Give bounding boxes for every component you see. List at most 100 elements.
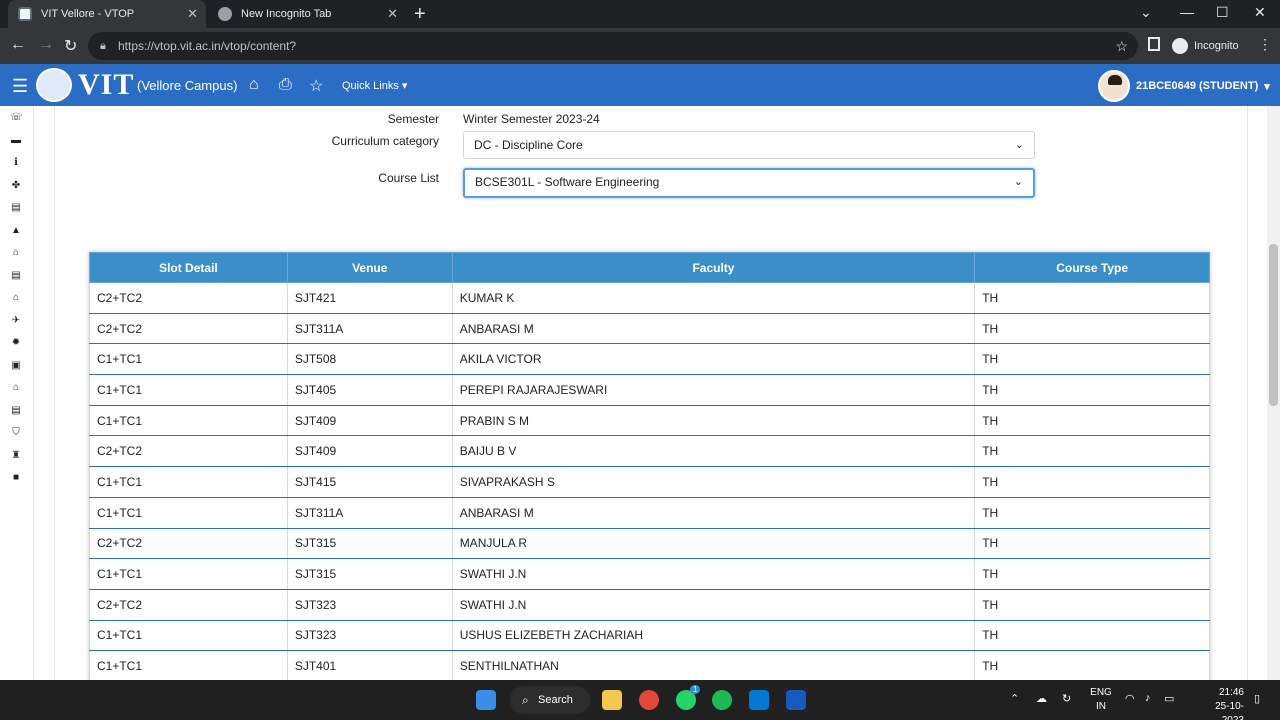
course-type-cell: TH <box>974 312 1210 345</box>
reload-icon[interactable]: ↻ <box>64 36 77 56</box>
gear-icon[interactable]: ✹ <box>10 337 22 349</box>
lang-code: ENG <box>1090 687 1112 698</box>
slot-cell: C2+TC2 <box>89 588 288 621</box>
faculty-cell: PEREPI RAJARAJESWARI <box>451 374 976 406</box>
course-type-cell: TH <box>974 404 1210 437</box>
new-tab-plus-icon[interactable]: + <box>414 3 426 26</box>
slot-cell: C2+TC2 <box>89 527 288 560</box>
course-list-label: Course List <box>378 171 439 185</box>
slot-cell: C1+TC1 <box>89 558 288 590</box>
notification-icon[interactable]: ▯ <box>1254 692 1260 705</box>
sync-icon[interactable]: ↻ <box>1062 692 1071 705</box>
institution-icon[interactable]: ⌂ <box>10 247 22 259</box>
close-icon[interactable]: ✕ <box>387 6 398 22</box>
file-explorer-icon[interactable] <box>602 690 622 710</box>
browser-tab-strip: VIT Vellore - VTOP ✕ New Incognito Tab ✕… <box>0 0 1280 28</box>
battery-icon[interactable]: ▭ <box>1164 692 1174 705</box>
page-scrollbar[interactable] <box>1267 106 1280 680</box>
tab-search-chevron-icon[interactable]: ⌄ <box>1140 4 1152 21</box>
vscode-icon[interactable] <box>749 690 769 710</box>
plane-icon[interactable]: ✈ <box>10 315 22 327</box>
lock-icon: 🔒︎ <box>100 40 106 52</box>
wifi-icon[interactable]: ◠ <box>1125 692 1135 705</box>
book-icon[interactable]: ▤ <box>10 202 22 214</box>
curriculum-category-select[interactable]: DC - Discipline Core ⌄ <box>463 131 1035 159</box>
side-panel-icon[interactable] <box>1148 37 1160 51</box>
favorite-star-icon[interactable]: ☆ <box>309 76 323 96</box>
lang-region: IN <box>1096 701 1106 712</box>
home-alt-icon[interactable]: ⌂ <box>10 382 22 394</box>
quick-links-dropdown[interactable]: Quick Links ▾ <box>342 79 407 92</box>
paw-icon[interactable]: ✤ <box>10 180 22 192</box>
clock[interactable]: 21:46 25-10-2023 <box>1196 686 1244 720</box>
shield-icon[interactable]: ⛉ <box>10 427 22 439</box>
avatar <box>1098 70 1130 102</box>
menu-kebab-icon[interactable]: ⋮ <box>1258 36 1272 53</box>
table-row: C1+TC1 SJT508 AKILA VICTOR TH <box>89 343 1210 376</box>
book-alt-icon[interactable]: ▤ <box>10 270 22 282</box>
briefcase-icon[interactable]: ▬ <box>10 135 22 147</box>
brand-title: VIT <box>78 68 135 101</box>
tray-chevron-icon[interactable]: ⌃ <box>1010 692 1019 705</box>
address-bar[interactable]: 🔒︎ https://vtop.vit.ac.in/vtop/content? … <box>88 32 1138 60</box>
hamburger-menu-icon[interactable]: ☰ <box>12 76 28 97</box>
clock-time: 21:46 <box>1218 687 1244 698</box>
lock-icon[interactable]: ■ <box>10 472 22 484</box>
table-row: C1+TC1 SJT315 SWATHI J.N TH <box>89 558 1210 590</box>
faculty-cell: ANBARASI M <box>451 312 976 345</box>
print-icon[interactable]: ⎙ <box>279 76 292 94</box>
graduation-cap-icon[interactable]: ▲ <box>10 225 22 237</box>
word-icon[interactable] <box>786 690 806 710</box>
info-icon[interactable]: ℹ <box>10 157 22 169</box>
slot-cell: C2+TC2 <box>89 435 288 468</box>
chrome-icon[interactable] <box>639 690 659 710</box>
back-arrow-icon[interactable]: ← <box>10 36 26 54</box>
col-faculty: Faculty <box>451 252 976 283</box>
incognito-label: Incognito <box>1194 40 1239 52</box>
faculty-cell: PRABIN S M <box>451 404 976 437</box>
tab-title: New Incognito Tab <box>241 8 332 20</box>
bookmark-star-icon[interactable]: ☆ <box>1115 32 1128 60</box>
volume-icon[interactable]: ♪ <box>1145 692 1151 704</box>
user-menu[interactable]: 21BCE0649 (STUDENT) ▾ <box>1098 70 1270 102</box>
trophy-icon[interactable]: ♜ <box>10 450 22 462</box>
window-close-icon[interactable]: ✕ <box>1254 4 1266 21</box>
semester-label: Semester <box>387 112 439 126</box>
forward-arrow-icon[interactable]: → <box>38 36 54 54</box>
close-icon[interactable]: ✕ <box>187 6 198 22</box>
user-id-label: 21BCE0649 (STUDENT) <box>1136 80 1259 92</box>
minimize-icon[interactable]: — <box>1180 4 1194 20</box>
scrollbar-thumb[interactable] <box>1269 244 1278 406</box>
tab-vtop[interactable]: VIT Vellore - VTOP ✕ <box>8 0 206 28</box>
bank-icon[interactable]: ⌂ <box>10 292 22 304</box>
course-list-value: BCSE301L - Software Engineering <box>475 175 660 189</box>
search-label: Search <box>538 694 573 706</box>
faculty-cell: KUMAR K <box>451 282 976 314</box>
home-icon[interactable]: ⌂ <box>249 76 259 94</box>
incognito-indicator[interactable]: Incognito <box>1172 38 1239 54</box>
course-type-cell: TH <box>974 466 1210 498</box>
table-row: C2+TC2 SJT323 SWATHI J.N TH <box>89 588 1210 621</box>
url-text: https://vtop.vit.ac.in/vtop/content? <box>118 39 297 53</box>
table-row: C2+TC2 SJT409 BAIJU B V TH <box>89 435 1210 468</box>
course-type-cell: TH <box>974 282 1210 314</box>
tab-new-incognito[interactable]: New Incognito Tab ✕ <box>210 0 406 28</box>
faculty-cell: ANBARASI M <box>451 496 976 529</box>
maximize-icon[interactable]: ☐ <box>1216 4 1229 21</box>
course-type-cell: TH <box>974 496 1210 529</box>
spotify-icon[interactable] <box>712 690 732 710</box>
onedrive-icon[interactable]: ☁ <box>1036 692 1047 705</box>
course-slot-table: Slot Detail Venue Faculty Course Type C2… <box>89 252 1210 682</box>
chevron-down-icon: ⌄ <box>1013 176 1023 188</box>
course-list-select[interactable]: BCSE301L - Software Engineering ⌄ <box>463 168 1035 198</box>
col-course-type: Course Type <box>974 252 1210 283</box>
table-row: C1+TC1 SJT405 PEREPI RAJARAJESWARI TH <box>89 374 1210 406</box>
language-indicator[interactable]: ENG IN <box>1090 686 1112 714</box>
book-stack-icon[interactable]: ▤ <box>10 405 22 417</box>
phone-icon[interactable]: ☏ <box>10 112 23 124</box>
faculty-cell: BAIJU B V <box>451 435 976 468</box>
windows-start-icon[interactable] <box>476 690 496 710</box>
taskbar-search[interactable]: ⌕ Search <box>510 686 590 714</box>
faculty-cell: SENTHILNATHAN <box>451 650 976 682</box>
money-icon[interactable]: ▣ <box>10 360 22 372</box>
